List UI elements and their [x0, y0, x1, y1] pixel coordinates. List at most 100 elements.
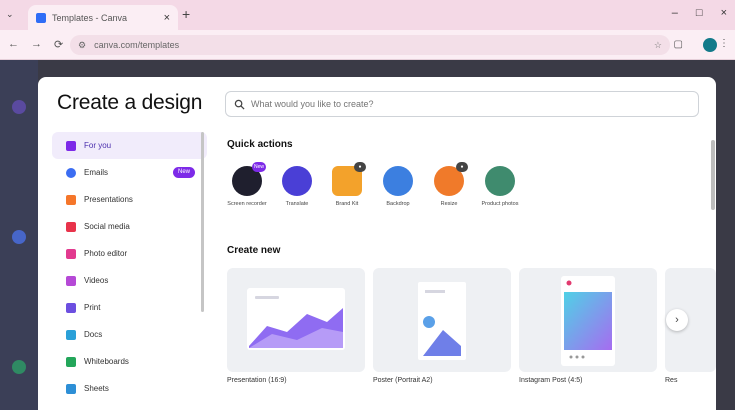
quick-action-backdrop[interactable]: Backdrop	[376, 166, 420, 209]
quick-action-label: Backdrop	[386, 201, 410, 207]
maximize-button[interactable]: □	[696, 7, 703, 19]
browser-menu-icon[interactable]: ⋮	[719, 38, 729, 49]
carousel-next-button[interactable]: ›	[666, 309, 688, 331]
template-card-poster[interactable]	[373, 268, 511, 372]
quick-action-label: Translate	[285, 201, 309, 207]
sidebar-item-label: Print	[84, 303, 101, 312]
background-app-sidebar	[0, 60, 38, 410]
doc-icon	[66, 329, 76, 340]
print-icon	[66, 302, 76, 313]
quick-action-label: Screen recorder	[227, 201, 267, 207]
sidebar-item-emails[interactable]: Emails New	[52, 159, 207, 186]
background-app-icon	[12, 230, 26, 244]
sidebar-item-print[interactable]: Print	[52, 294, 207, 321]
heart-icon	[66, 221, 76, 232]
canva-favicon-icon	[36, 12, 46, 23]
background-app-icon	[12, 360, 26, 374]
search-icon	[234, 99, 245, 110]
address-bar-row: ← → ⟳ ⚙ canva.com/templates ☆ ▢ ⋮	[0, 30, 735, 60]
create-new-heading: Create new	[227, 245, 281, 256]
sidebar-item-label: Presentations	[84, 195, 133, 204]
video-icon	[66, 275, 76, 286]
sidebar-item-photo-editor[interactable]: Photo editor	[52, 240, 207, 267]
instagram-thumbnail	[561, 276, 615, 366]
template-card-presentation[interactable]	[227, 268, 365, 372]
bookmark-star-icon[interactable]: ☆	[654, 40, 662, 51]
quick-action-label: Product photos	[481, 201, 519, 207]
sidebar-item-label: Docs	[84, 330, 103, 339]
translate-icon	[282, 166, 312, 196]
product-photos-icon	[485, 166, 515, 196]
quick-actions-heading: Quick actions	[227, 139, 293, 150]
sidebar-item-label: Photo editor	[84, 249, 128, 258]
new-badge: New	[172, 167, 195, 178]
search-input[interactable]	[251, 99, 691, 109]
sidebar-item-for-you[interactable]: For you	[52, 132, 207, 159]
tab-search-icon[interactable]: ⌄	[6, 9, 14, 20]
template-card-label: Presentation (16:9)	[227, 377, 287, 384]
sparkle-icon	[66, 140, 76, 151]
design-search-box[interactable]	[225, 91, 699, 117]
back-button[interactable]: ←	[8, 38, 19, 51]
modal-content: Quick actions New Screen recorder Transl…	[225, 132, 716, 410]
content-scrollbar[interactable]	[711, 140, 715, 210]
sidebar-item-label: Whiteboards	[84, 357, 129, 366]
quick-action-resize[interactable]: ● Resize	[427, 162, 471, 209]
category-sidebar: For you Emails New Presentations Social …	[52, 132, 207, 410]
new-badge: New	[251, 162, 266, 172]
browser-tab-bar: ⌄ Templates - Canva × + – □ ×	[0, 0, 735, 30]
template-card-label: Instagram Post (4:5)	[519, 377, 583, 384]
extensions-icon[interactable]: ▢	[674, 39, 683, 50]
close-window-button[interactable]: ×	[721, 7, 727, 19]
lock-badge-icon: ●	[456, 162, 468, 172]
sidebar-item-label: Videos	[84, 276, 109, 285]
template-card-label: Res	[665, 377, 678, 384]
sidebar-item-presentations[interactable]: Presentations	[52, 186, 207, 213]
sidebar-item-label: For you	[84, 141, 112, 150]
reload-button[interactable]: ⟳	[54, 38, 63, 51]
quick-action-product-photos[interactable]: Product photos	[478, 166, 522, 209]
backdrop-icon	[383, 166, 413, 196]
quick-action-brand-kit[interactable]: ● Brand Kit	[325, 162, 369, 209]
new-tab-button[interactable]: +	[182, 6, 190, 22]
screen-recorder-icon: New	[232, 162, 266, 196]
template-card-label: Poster (Portrait A2)	[373, 377, 433, 384]
quick-action-screen-recorder[interactable]: New Screen recorder	[225, 162, 269, 209]
profile-avatar[interactable]	[703, 38, 717, 52]
photo-icon	[66, 248, 76, 259]
nav-buttons: ← → ⟳	[8, 38, 63, 51]
email-icon	[66, 167, 76, 178]
sidebar-scrollbar[interactable]	[201, 132, 204, 312]
tab-close-icon[interactable]: ×	[164, 12, 170, 24]
sidebar-item-social-media[interactable]: Social media	[52, 213, 207, 240]
minimize-button[interactable]: –	[672, 7, 678, 19]
lock-badge-icon: ●	[354, 162, 366, 172]
sheet-icon	[66, 383, 76, 394]
sidebar-item-label: Social media	[84, 222, 130, 231]
sidebar-item-docs[interactable]: Docs	[52, 321, 207, 348]
sidebar-item-label: Sheets	[84, 384, 109, 393]
create-design-modal: Create a design For you Emails New Prese…	[38, 77, 716, 410]
poster-thumbnail	[418, 282, 466, 360]
presentation-icon	[66, 194, 76, 205]
sidebar-item-sheets[interactable]: Sheets	[52, 375, 207, 402]
quick-action-label: Brand Kit	[335, 201, 359, 207]
sidebar-item-whiteboards[interactable]: Whiteboards	[52, 348, 207, 375]
resize-icon: ●	[434, 162, 468, 196]
quick-action-label: Resize	[440, 201, 458, 207]
site-info-icon[interactable]: ⚙	[78, 40, 86, 51]
window-controls: – □ ×	[672, 7, 727, 19]
presentation-thumbnail	[247, 288, 345, 350]
brand-kit-icon: ●	[332, 162, 366, 196]
omnibox[interactable]: ⚙ canva.com/templates ☆	[70, 35, 670, 55]
modal-title: Create a design	[57, 91, 203, 114]
url-text[interactable]: canva.com/templates	[94, 40, 179, 50]
template-card-instagram-post[interactable]	[519, 268, 657, 372]
quick-action-translate[interactable]: Translate	[275, 166, 319, 209]
background-app-icon	[12, 100, 26, 114]
sidebar-item-videos[interactable]: Videos	[52, 267, 207, 294]
tab-title: Templates - Canva	[52, 12, 128, 23]
forward-button[interactable]: →	[31, 38, 42, 51]
browser-tab[interactable]: Templates - Canva ×	[28, 5, 178, 30]
sidebar-item-label: Emails	[84, 168, 109, 177]
